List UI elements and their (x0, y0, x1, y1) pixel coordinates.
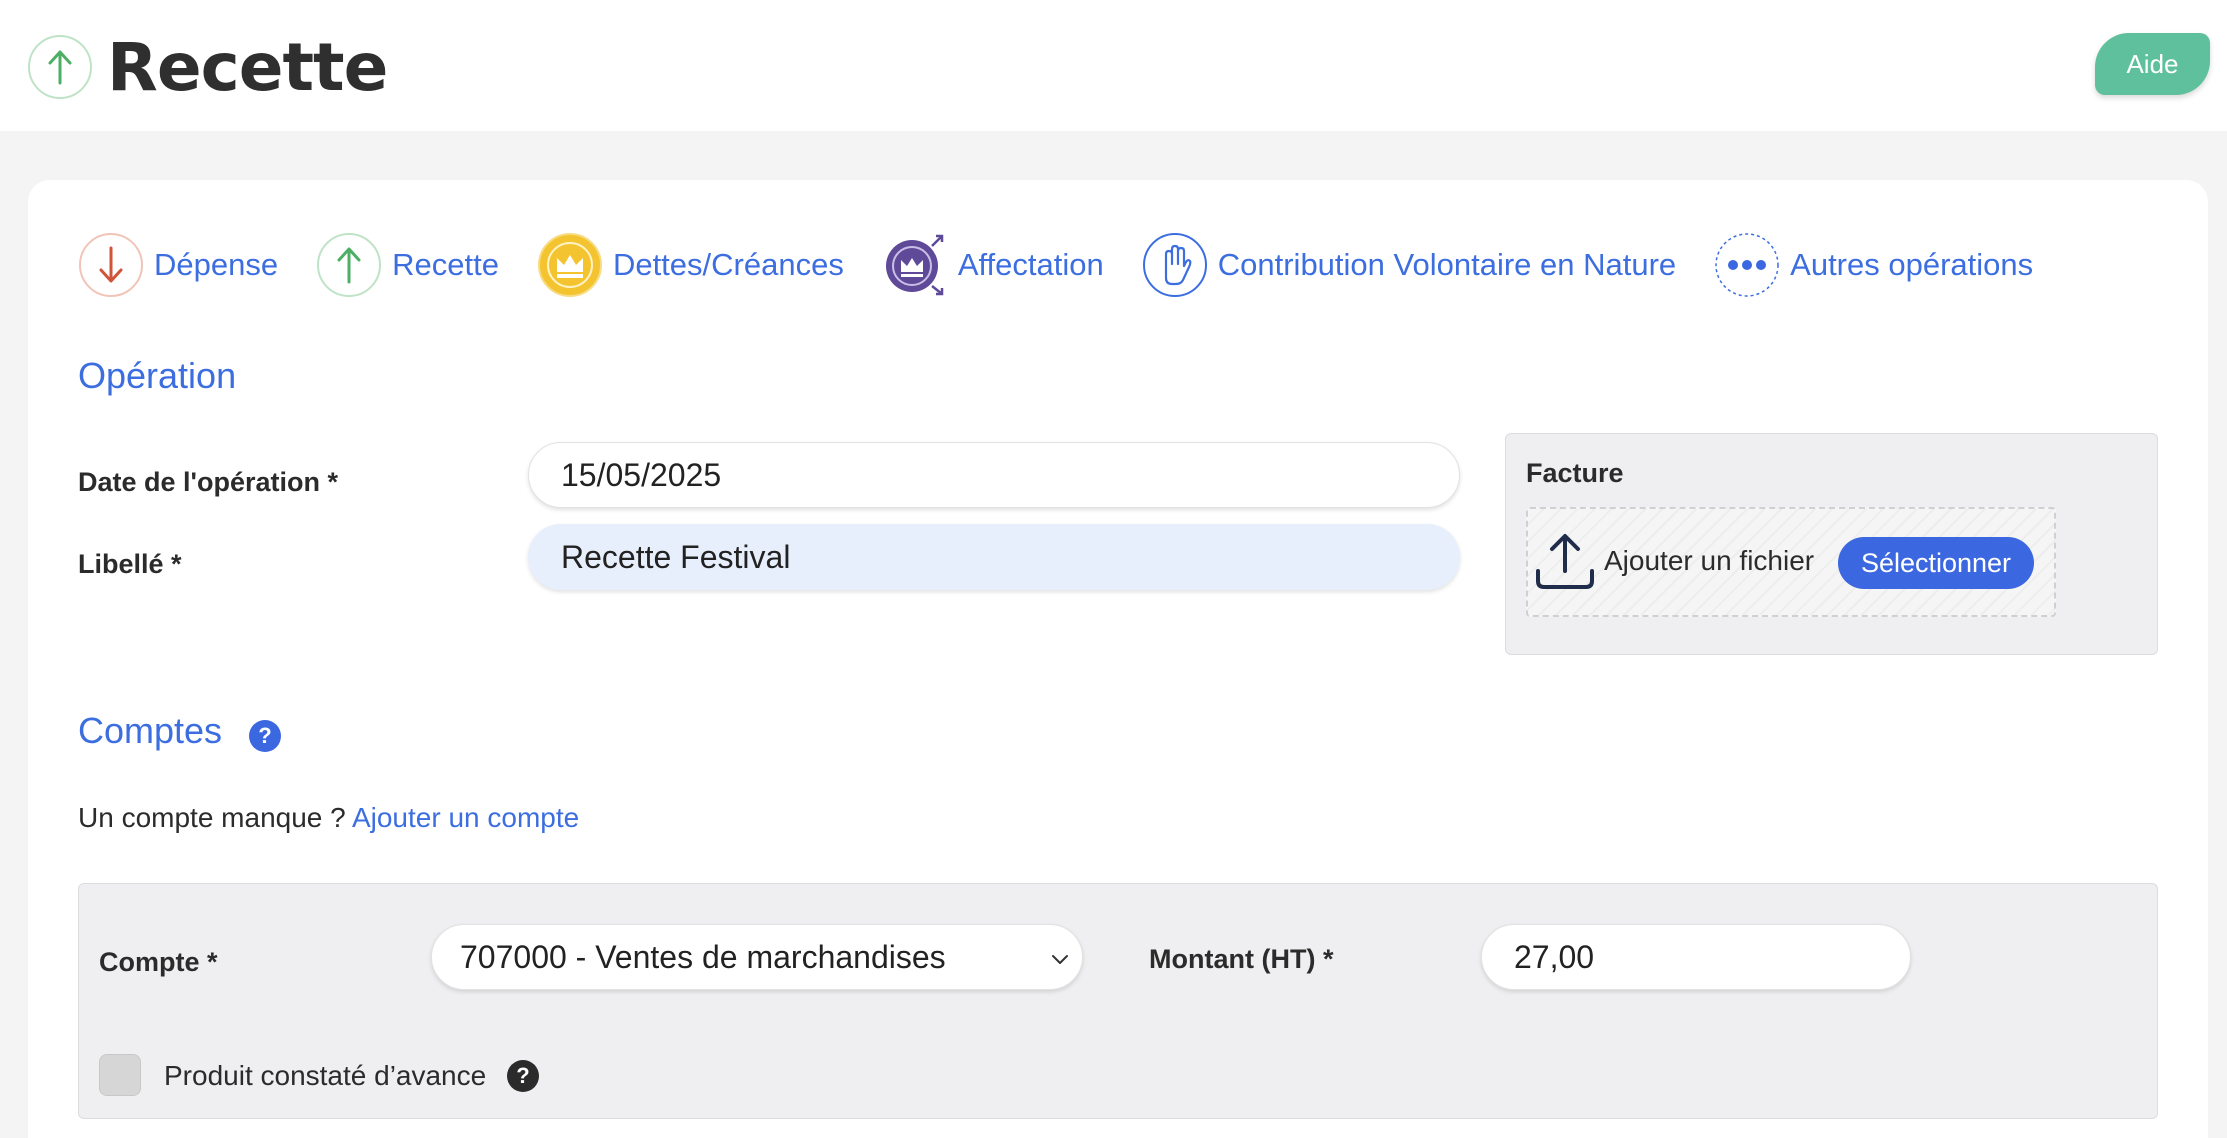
account-row: Compte * 707000 - Ventes de marchandises… (78, 883, 2158, 1119)
tab-label: Dettes/Créances (612, 247, 844, 282)
libelle-label: Libellé * (78, 549, 182, 579)
tab-label: Recette (392, 247, 499, 282)
file-dropzone[interactable]: Ajouter un fichier Sélectionner (1526, 507, 2056, 617)
tab-affectation[interactable]: Affectation (882, 232, 1104, 298)
top-bar: Recette Aide (0, 0, 2227, 131)
help-button[interactable]: Aide (2095, 33, 2210, 95)
tab-contribution-volontaire[interactable]: Contribution Volontaire en Nature (1142, 232, 1676, 298)
compte-label: Compte * (99, 947, 218, 977)
tab-label: Autres opérations (1790, 247, 2034, 282)
add-account-link[interactable]: Ajouter un compte (352, 802, 579, 833)
facture-title: Facture (1526, 458, 1624, 488)
tab-label: Dépense (154, 247, 279, 282)
operation-card: Dépense Recette Dettes/Créances Affectat… (28, 180, 2208, 1138)
operation-section-title: Opération (78, 355, 237, 396)
select-file-button[interactable]: Sélectionner (1838, 537, 2034, 589)
hand-icon (1142, 232, 1208, 298)
chevron-down-icon (1052, 955, 1068, 964)
pca-help-icon[interactable]: ? (507, 1060, 539, 1092)
arrow-up-icon (28, 35, 92, 99)
tab-label: Affectation (957, 247, 1104, 282)
date-label: Date de l'opération * (78, 467, 338, 497)
crown-transfer-icon (882, 232, 948, 298)
page-title: Recette (107, 29, 388, 106)
facture-panel: Facture Ajouter un fichier Sélectionner (1505, 433, 2158, 655)
missing-account-text: Un compte manque ? (78, 802, 346, 833)
tab-autres-operations[interactable]: Autres opérations (1714, 232, 2033, 298)
compte-selected-value: 707000 - Ventes de marchandises (460, 938, 946, 975)
dropzone-text: Ajouter un fichier (1604, 545, 1815, 576)
date-input[interactable] (528, 442, 1460, 508)
montant-label: Montant (HT) * (1149, 944, 1334, 974)
pca-label: Produit constaté d’avance (164, 1060, 487, 1091)
montant-input[interactable] (1481, 924, 1911, 990)
crown-icon (537, 232, 603, 298)
tab-dettes-creances[interactable]: Dettes/Créances (537, 232, 844, 298)
missing-account-line: Un compte manque ? Ajouter un compte (78, 802, 579, 834)
libelle-input[interactable] (528, 524, 1460, 590)
tab-label: Contribution Volontaire en Nature (1217, 247, 1677, 282)
arrow-down-icon (78, 232, 144, 298)
pca-checkbox[interactable] (99, 1054, 141, 1096)
operation-type-tabs: Dépense Recette Dettes/Créances Affectat… (78, 230, 2071, 300)
tab-depense[interactable]: Dépense (78, 232, 278, 298)
more-dots-icon (1714, 232, 1780, 298)
arrow-up-icon (316, 232, 382, 298)
comptes-section-title: Comptes (78, 710, 223, 751)
upload-icon (1536, 534, 1594, 589)
tab-recette[interactable]: Recette (316, 232, 499, 298)
comptes-help-icon[interactable]: ? (249, 720, 281, 752)
compte-select[interactable]: 707000 - Ventes de marchandises (431, 924, 1083, 990)
